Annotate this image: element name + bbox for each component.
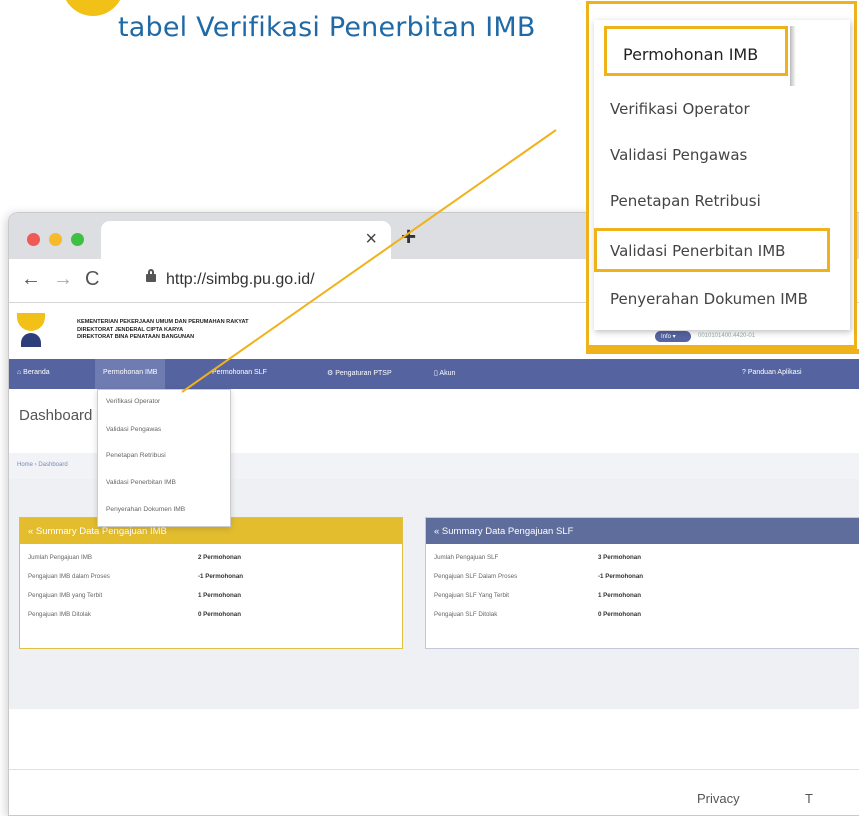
terms-link[interactable]: T xyxy=(805,791,813,806)
step-number-badge xyxy=(62,0,124,16)
url-text[interactable]: http://simbg.pu.go.id/ xyxy=(166,271,315,289)
new-tab-icon[interactable]: + xyxy=(401,221,416,252)
dropdown-item-penyerahan-dokumen-imb[interactable]: Penyerahan Dokumen IMB xyxy=(106,506,185,513)
zoomed-item-validasi-penerbitan-imb[interactable]: Validasi Penerbitan IMB xyxy=(594,228,830,272)
close-tab-icon[interactable]: × xyxy=(365,228,377,251)
menu-beranda[interactable]: ⌂ Beranda xyxy=(17,369,50,376)
breadcrumb[interactable]: Home › Dashboard xyxy=(17,462,68,468)
organization-name: KEMENTERIAN PEKERJAAN UMUM DAN PERUMAHAN… xyxy=(77,319,249,340)
close-window-dot[interactable] xyxy=(27,233,40,246)
zoomed-menu-permohonan-imb[interactable]: Permohonan IMB xyxy=(604,26,788,76)
reload-icon[interactable]: C xyxy=(85,268,99,291)
site-content: KEMENTERIAN PEKERJAAN UMUM DAN PERUMAHAN… xyxy=(9,303,859,815)
footer-divider xyxy=(9,769,859,770)
maximize-window-dot[interactable] xyxy=(71,233,84,246)
step-title: tabel Verifikasi Penerbitan IMB xyxy=(118,12,536,43)
menu-permohonan-slf[interactable]: Permohonan SLF xyxy=(212,369,267,376)
summary-imb-card: « Summary Data Pengajuan IMB Jumlah Peng… xyxy=(19,517,403,649)
menu-permohonan-imb[interactable]: Permohonan IMB xyxy=(95,359,166,389)
privacy-link[interactable]: Privacy xyxy=(697,791,740,806)
lock-icon xyxy=(146,269,156,282)
menu-akun[interactable]: ▯ Akun xyxy=(434,369,455,377)
pupr-logo xyxy=(17,313,45,349)
summary-slf-title: « Summary Data Pengajuan SLF xyxy=(426,518,859,544)
info-badge[interactable]: Info ▾ xyxy=(655,331,691,342)
main-menu-bar: ⌂ Beranda Permohonan IMB Permohonan SLF … xyxy=(9,359,859,389)
dropdown-item-validasi-penerbitan-imb[interactable]: Validasi Penerbitan IMB xyxy=(106,479,176,486)
zoom-callout-bottom-edge xyxy=(586,349,859,354)
dropdown-item-verifikasi-operator[interactable]: Verifikasi Operator xyxy=(106,398,160,405)
zoomed-item-penetapan-retribusi[interactable]: Penetapan Retribusi xyxy=(610,192,761,210)
user-id-text: 0010101400.4420-01 xyxy=(698,333,756,339)
permohonan-imb-dropdown: Verifikasi Operator Validasi Pengawas Pe… xyxy=(97,389,231,527)
menu-panduan-aplikasi[interactable]: ? Panduan Aplikasi xyxy=(742,369,802,376)
menu-shadow xyxy=(790,26,796,86)
forward-arrow-icon[interactable]: → xyxy=(53,268,73,291)
zoomed-dropdown-menu: Permohonan IMB Verifikasi Operator Valid… xyxy=(594,20,850,330)
zoomed-item-validasi-pengawas[interactable]: Validasi Pengawas xyxy=(610,146,747,164)
dropdown-item-penetapan-retribusi[interactable]: Penetapan Retribusi xyxy=(106,452,166,459)
page-title: Dashboard xyxy=(19,407,93,424)
zoomed-item-penyerahan-dokumen-imb[interactable]: Penyerahan Dokumen IMB xyxy=(610,290,808,308)
minimize-window-dot[interactable] xyxy=(49,233,62,246)
back-arrow-icon[interactable]: ← xyxy=(21,268,41,291)
browser-tab[interactable]: × xyxy=(101,221,391,259)
zoomed-item-verifikasi-operator[interactable]: Verifikasi Operator xyxy=(610,100,750,118)
menu-pengaturan-ptsp[interactable]: ⚙ Pengaturan PTSP xyxy=(327,369,392,377)
dropdown-item-validasi-pengawas[interactable]: Validasi Pengawas xyxy=(106,426,161,433)
summary-slf-card: « Summary Data Pengajuan SLF Jumlah Peng… xyxy=(425,517,859,649)
